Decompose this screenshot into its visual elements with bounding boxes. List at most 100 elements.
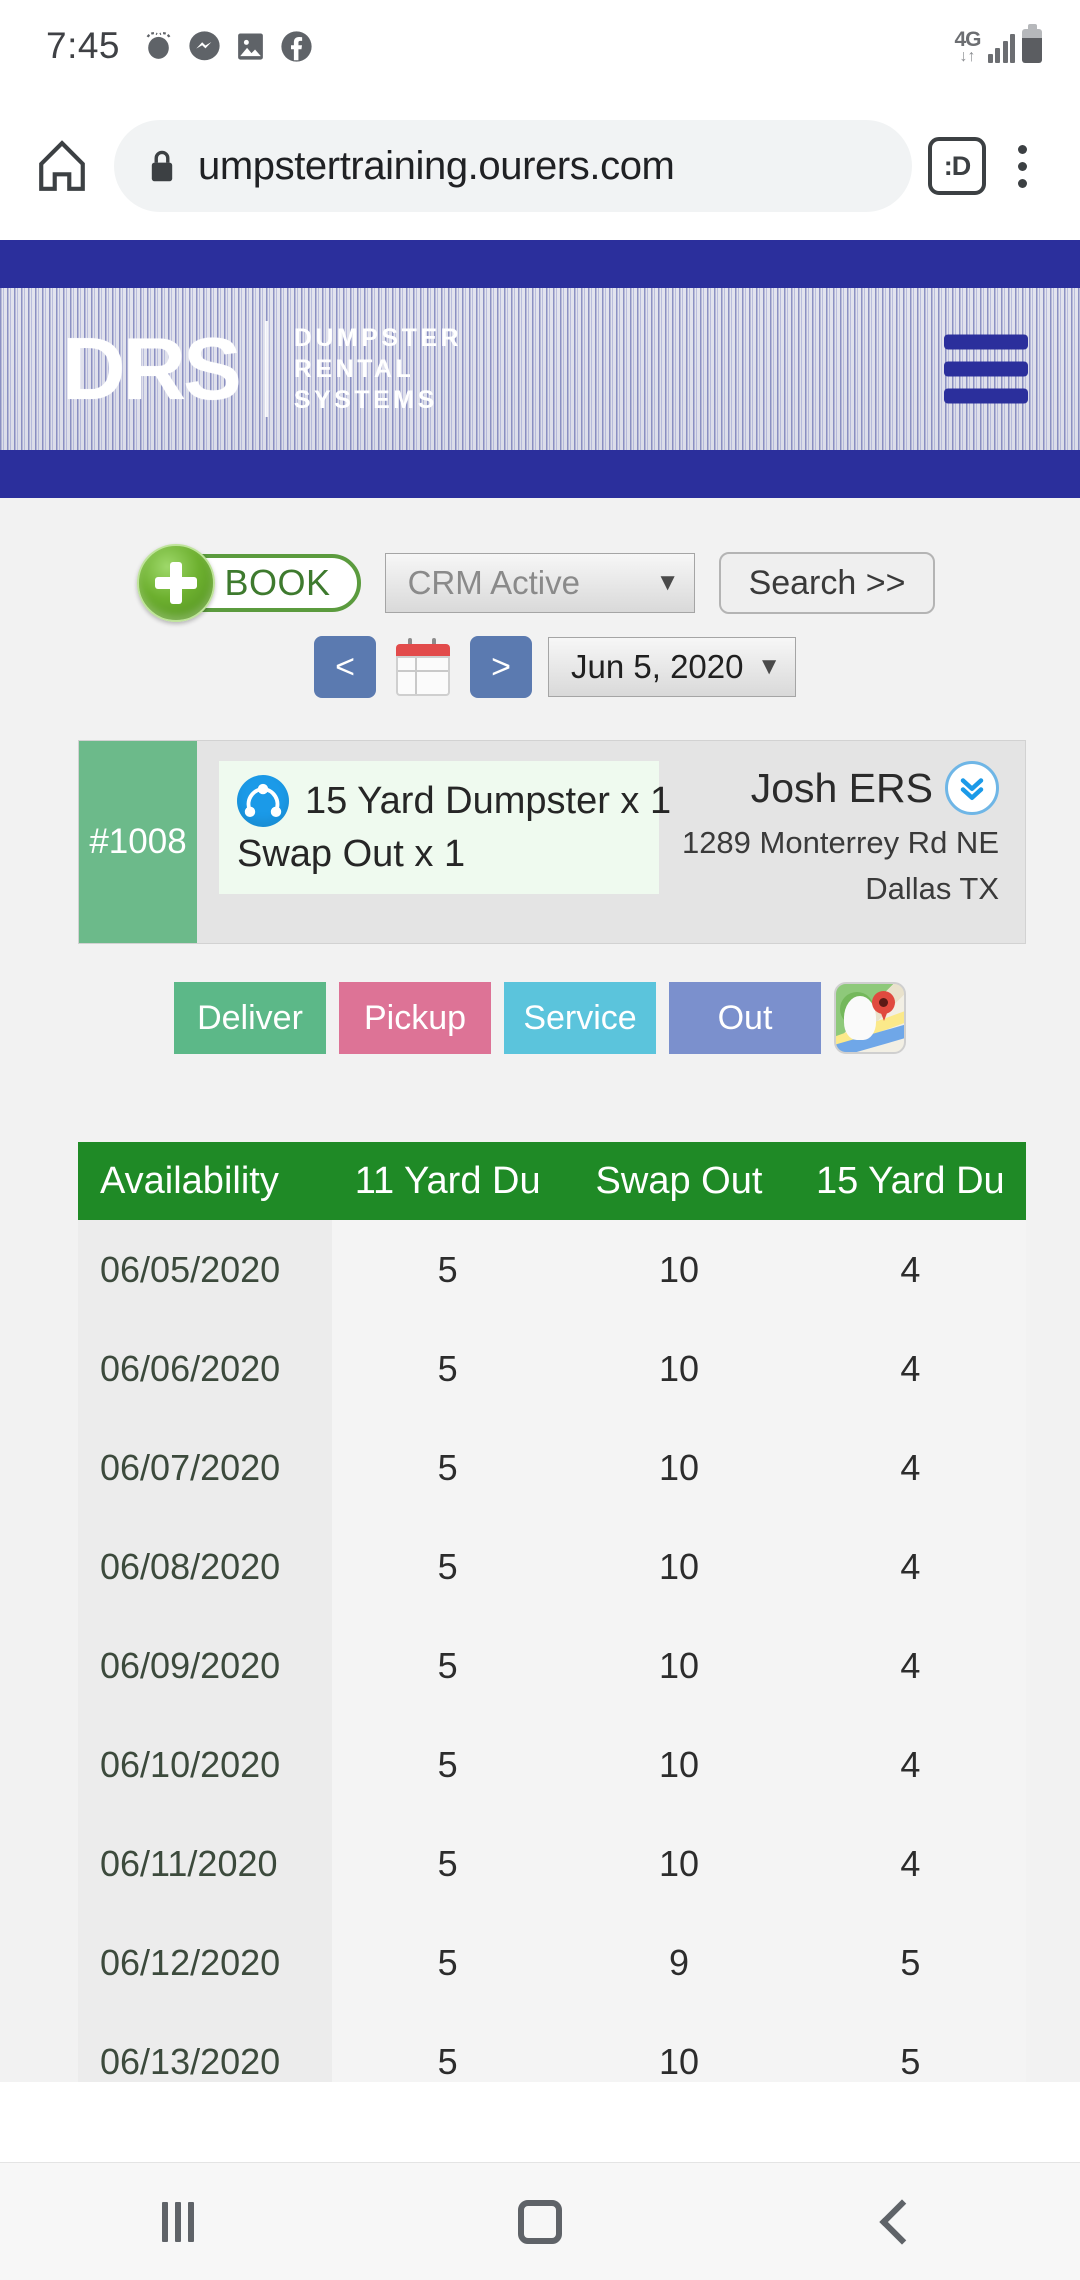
crm-status-value: CRM Active [407, 564, 580, 601]
photos-icon [238, 32, 263, 60]
controls-row-top: BOOK CRM Active ▼ Search >> [0, 544, 1080, 622]
legend-service-button[interactable]: Service [504, 982, 656, 1054]
order-item-row: 15 Yard Dumpster x 1 [237, 775, 671, 827]
table-body: 06/05/2020 5 10 4 06/06/2020 5 10 4 06/07/2020… [78, 1220, 1026, 2082]
customer-row: Josh ERS [751, 761, 999, 815]
network-type-icon: 4G ↓↑ [954, 28, 981, 65]
order-customer-block: Josh ERS 1289 Monterrey Rd NE Dallas TX [659, 761, 1025, 943]
cell-15-yard: 5 [794, 2012, 1026, 2082]
home-icon[interactable] [26, 130, 98, 202]
book-button[interactable]: BOOK [136, 544, 361, 622]
cell-11-yard: 5 [332, 1517, 564, 1616]
messenger-icon [189, 30, 220, 60]
col-header-swap-out[interactable]: Swap Out [563, 1142, 795, 1220]
table-row[interactable]: 06/05/2020 5 10 4 [78, 1220, 1026, 1319]
col-header-11-yard[interactable]: 11 Yard Du [332, 1142, 564, 1220]
table-row[interactable]: 06/06/2020 5 10 4 [78, 1319, 1026, 1418]
double-chevron-down-icon[interactable] [945, 761, 999, 815]
back-nav-icon[interactable] [879, 2198, 925, 2245]
cell-15-yard: 4 [794, 1418, 1026, 1517]
notification-icons [142, 30, 313, 63]
cell-15-yard: 5 [794, 1913, 1026, 2012]
status-bar-right: 4G ↓↑ [954, 24, 1042, 65]
alarm-icon [146, 31, 171, 59]
cell-date: 06/08/2020 [78, 1517, 332, 1616]
cell-swap-out: 10 [563, 1814, 795, 1913]
cell-11-yard: 5 [332, 1319, 564, 1418]
status-bar: 7:45 4G ↓↑ [0, 0, 1080, 92]
cell-date: 06/05/2020 [78, 1220, 332, 1319]
hamburger-menu-icon[interactable] [944, 334, 1028, 404]
table-row[interactable]: 06/11/2020 5 10 4 [78, 1814, 1026, 1913]
cell-swap-out: 10 [563, 1319, 795, 1418]
next-day-button[interactable]: > [470, 636, 532, 698]
home-nav-icon[interactable] [518, 2199, 562, 2244]
cell-15-yard: 4 [794, 1220, 1026, 1319]
battery-icon [1022, 24, 1042, 63]
date-select-value: Jun 5, 2020 [571, 648, 744, 685]
legend-out-button[interactable]: Out [669, 982, 821, 1054]
cell-swap-out: 10 [563, 1616, 795, 1715]
book-button-label: BOOK [224, 562, 331, 603]
customer-city-state: Dallas TX [865, 871, 999, 906]
prev-day-button[interactable]: < [314, 636, 376, 698]
table-header-row: Availability 11 Yard Du Swap Out 15 Yard… [78, 1142, 1026, 1220]
cell-15-yard: 4 [794, 1616, 1026, 1715]
order-item-1: 15 Yard Dumpster x 1 [305, 779, 672, 822]
order-items: 15 Yard Dumpster x 1 Swap Out x 1 [219, 761, 671, 894]
table-row[interactable]: 06/13/2020 5 10 5 [78, 2012, 1026, 2082]
signal-bars-icon [987, 33, 1015, 63]
search-button[interactable]: Search >> [718, 552, 936, 614]
chevron-down-icon: ▼ [757, 653, 781, 680]
share-network-icon [237, 775, 289, 827]
cell-swap-out: 10 [563, 1220, 795, 1319]
cell-15-yard: 4 [794, 1814, 1026, 1913]
cell-date: 06/10/2020 [78, 1715, 332, 1814]
logo-sub-line-3: SYSTEMS [293, 386, 438, 414]
site-logo[interactable]: DRS DUMPSTER RENTAL SYSTEMS [62, 321, 462, 417]
network-label: 4G [954, 28, 981, 51]
tab-switcher-button[interactable]: :D [928, 137, 986, 195]
logo-divider [264, 321, 268, 417]
table-row[interactable]: 06/07/2020 5 10 4 [78, 1418, 1026, 1517]
logo-drs-text: DRS [62, 319, 242, 418]
table-row[interactable]: 06/12/2020 5 9 5 [78, 1913, 1026, 2012]
table-row[interactable]: 06/09/2020 5 10 4 [78, 1616, 1026, 1715]
site-banner: DRS DUMPSTER RENTAL SYSTEMS [0, 288, 1080, 450]
cell-swap-out: 10 [563, 1517, 795, 1616]
cell-swap-out: 10 [563, 1715, 795, 1814]
order-card-body: 15 Yard Dumpster x 1 Swap Out x 1 Josh E… [197, 741, 1025, 943]
address-bar[interactable]: umpstertraining.ourers.com [114, 120, 912, 212]
crm-status-select[interactable]: CRM Active ▼ [384, 553, 695, 613]
customer-address: 1289 Monterrey Rd NE [681, 825, 999, 860]
col-header-15-yard[interactable]: 15 Yard Du [794, 1142, 1026, 1220]
facebook-icon [281, 30, 312, 62]
cell-15-yard: 4 [794, 1319, 1026, 1418]
legend-deliver-button[interactable]: Deliver [174, 982, 326, 1054]
date-select[interactable]: Jun 5, 2020 ▼ [548, 637, 796, 697]
cell-date: 06/11/2020 [78, 1814, 332, 1913]
availability-table-wrap: Availability 11 Yard Du Swap Out 15 Yard… [78, 1142, 1026, 2082]
calendar-icon[interactable] [392, 636, 454, 698]
google-maps-icon[interactable] [834, 982, 906, 1054]
logo-sub-line-2: RENTAL [293, 355, 415, 383]
kebab-menu-icon[interactable] [994, 144, 1050, 188]
cell-15-yard: 4 [794, 1715, 1026, 1814]
cell-11-yard: 5 [332, 1616, 564, 1715]
table-row[interactable]: 06/08/2020 5 10 4 [78, 1517, 1026, 1616]
cell-date: 06/12/2020 [78, 1913, 332, 2012]
cell-11-yard: 5 [332, 1814, 564, 1913]
order-card[interactable]: #1008 15 Yard Dumpster x 1 Swap Out x 1 … [78, 740, 1026, 944]
lock-icon [148, 148, 178, 184]
android-nav-bar [0, 2162, 1080, 2280]
cell-date: 06/06/2020 [78, 1319, 332, 1418]
availability-table: Availability 11 Yard Du Swap Out 15 Yard… [78, 1142, 1026, 2082]
col-header-availability[interactable]: Availability [78, 1142, 332, 1220]
cell-swap-out: 10 [563, 1418, 795, 1517]
cell-11-yard: 5 [332, 1418, 564, 1517]
legend-pickup-button[interactable]: Pickup [339, 982, 491, 1054]
url-text: umpstertraining.ourers.com [198, 143, 675, 188]
recent-apps-icon[interactable] [162, 2201, 194, 2242]
table-row[interactable]: 06/10/2020 5 10 4 [78, 1715, 1026, 1814]
header-top-bar [0, 240, 1080, 288]
